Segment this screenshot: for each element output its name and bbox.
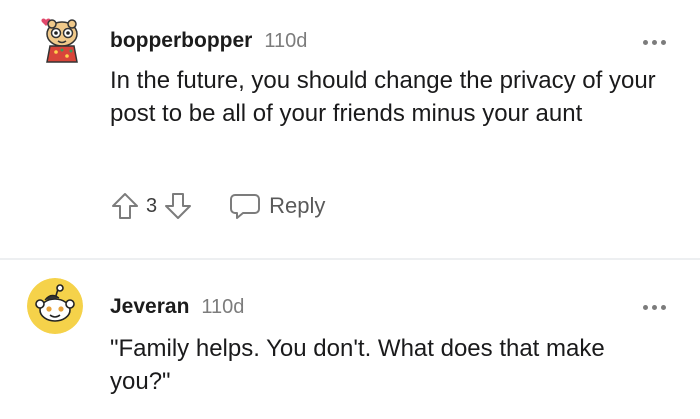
- comment-actions: 3 Reply: [110, 186, 325, 226]
- comment-jeveran: Jeveran 110d "Family helps. You don't. W…: [0, 260, 700, 419]
- comment-body: In the future, you should change the pri…: [110, 67, 656, 127]
- avatar-image: [41, 18, 78, 63]
- avatar-image: [27, 278, 83, 334]
- comment-bopperbopper: bopperbopper 110d In the future, you sho…: [0, 0, 700, 258]
- upvote-icon[interactable]: [110, 191, 140, 221]
- comment-body: "Family helps. You don't. What does that…: [110, 335, 605, 395]
- reply-button[interactable]: Reply: [229, 191, 325, 221]
- username[interactable]: Jeveran: [110, 295, 189, 319]
- timestamp[interactable]: 110d: [201, 296, 244, 319]
- downvote-icon[interactable]: [163, 191, 193, 221]
- reply-label: Reply: [269, 193, 326, 218]
- more-options-icon[interactable]: [643, 40, 666, 45]
- vote-score: 3: [146, 194, 158, 217]
- comment-meta: Jeveran 110d: [110, 295, 244, 319]
- more-options-icon[interactable]: [643, 305, 666, 310]
- avatar[interactable]: [27, 278, 83, 334]
- username[interactable]: bopperbopper: [110, 29, 252, 53]
- avatar[interactable]: [34, 12, 90, 68]
- comment-meta: bopperbopper 110d: [110, 29, 307, 53]
- reply-icon: [230, 194, 261, 219]
- timestamp[interactable]: 110d: [264, 30, 307, 53]
